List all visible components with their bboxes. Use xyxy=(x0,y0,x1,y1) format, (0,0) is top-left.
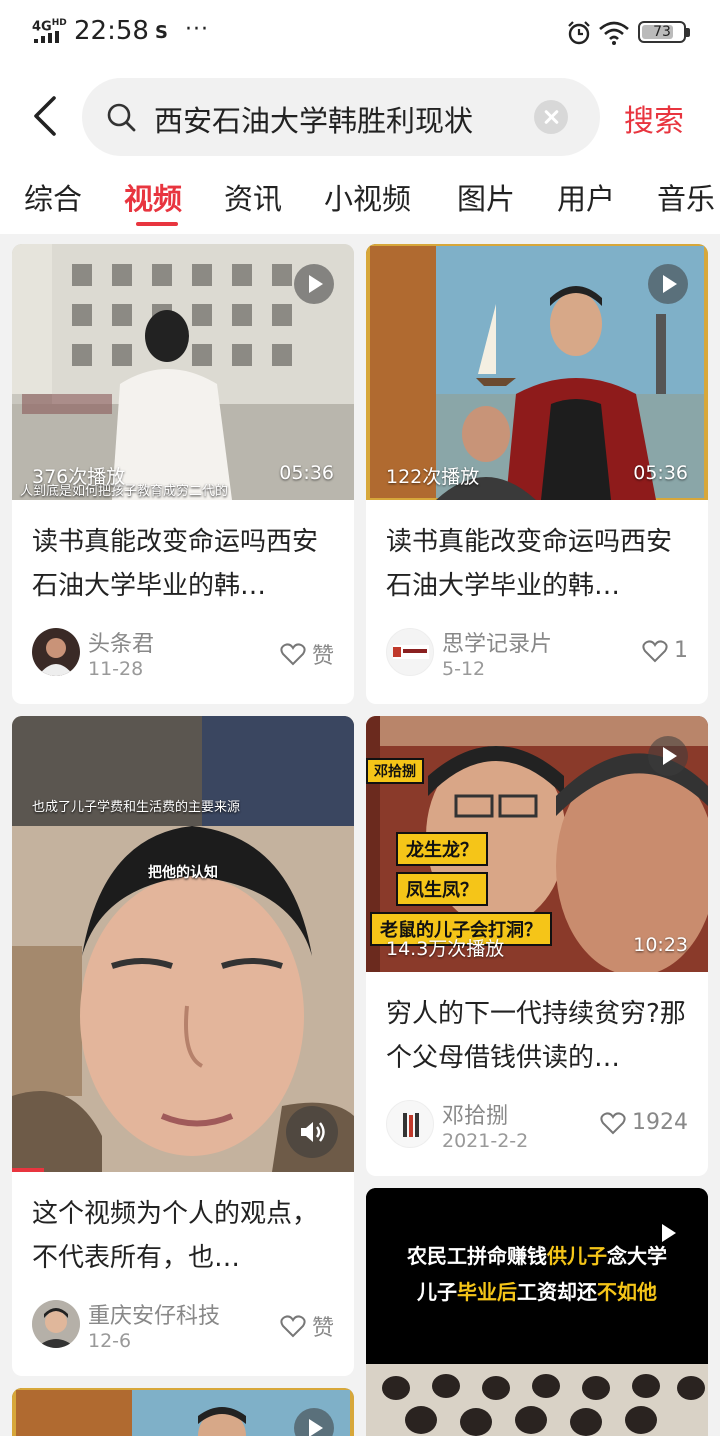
wifi-icon xyxy=(599,21,629,45)
like-count: 1 xyxy=(674,638,688,663)
publish-date: 2021-2-2 xyxy=(442,1130,529,1152)
category-tabs: 综合 视频 资讯 小视频 图片 用户 音乐 xyxy=(0,162,720,234)
search-header: 西安石油大学韩胜利现状 搜索 xyxy=(0,66,720,162)
search-input[interactable]: 西安石油大学韩胜利现状 xyxy=(82,78,600,156)
author-name[interactable]: 头条君 xyxy=(88,626,154,658)
video-card[interactable]: 122次播放 05:36 读书真能改变命运吗西安石油大学毕业的韩… 思学记录片 … xyxy=(366,244,708,704)
tab-music[interactable]: 音乐 xyxy=(657,176,715,218)
video-title[interactable]: 这个视频为个人的观点，不代表所有，也… xyxy=(32,1192,336,1280)
banner-text: 儿子毕业后工资却还不如他 xyxy=(417,1280,657,1304)
video-title[interactable]: 读书真能改变命运吗西安石油大学毕业的韩… xyxy=(386,520,690,608)
like-button[interactable]: 1 xyxy=(642,638,688,663)
avatar[interactable] xyxy=(32,628,80,676)
signal-icon xyxy=(34,31,60,43)
battery-tip xyxy=(686,28,690,37)
avatar[interactable] xyxy=(32,1300,80,1348)
like-count: 1924 xyxy=(632,1110,688,1135)
like-count: 赞 xyxy=(311,644,334,669)
tab-comprehensive[interactable]: 综合 xyxy=(24,176,82,218)
status-bar: 4GHD 22:58 S ··· 73 xyxy=(0,0,720,66)
publish-date: 5-12 xyxy=(442,658,486,680)
alarm-icon xyxy=(568,21,590,45)
search-icon xyxy=(107,103,136,132)
heart-icon xyxy=(642,639,668,662)
app-notification-icon: S xyxy=(155,22,168,43)
volume-icon[interactable] xyxy=(286,1106,338,1158)
view-count: 14.3万次播放 xyxy=(386,938,505,960)
heart-icon xyxy=(280,643,306,666)
video-thumbnail[interactable]: 人到底是如何把孩子教育成穷二代的 376次播放 05:36 xyxy=(12,244,354,500)
video-card[interactable]: 农民工拼命赚钱供儿子念大学 儿子毕业后工资却还不如他 xyxy=(366,1188,708,1436)
tab-news[interactable]: 资讯 xyxy=(224,176,282,218)
video-title[interactable]: 读书真能改变命运吗西安石油大学毕业的韩… xyxy=(32,520,336,608)
duration: 10:23 xyxy=(633,934,688,956)
avatar[interactable] xyxy=(386,628,434,676)
battery-level: 73 xyxy=(653,24,671,40)
more-notifications-icon: ··· xyxy=(185,17,209,42)
overlay-tag: 凤生凤？ xyxy=(396,872,488,906)
video-thumbnail[interactable]: 邓拾捌 龙生龙？ 凤生凤？ 老鼠的儿子会打洞？ 14.3万次播放 10:23 xyxy=(366,716,708,972)
video-thumbnail[interactable]: 122次播放 05:36 xyxy=(366,244,708,500)
clear-icon[interactable] xyxy=(534,100,568,134)
avatar[interactable] xyxy=(386,1100,434,1148)
video-card[interactable]: 邓拾捌 龙生龙？ 凤生凤？ 老鼠的儿子会打洞？ 14.3万次播放 10:23 穷… xyxy=(366,716,708,1176)
video-card[interactable]: 人到底是如何把孩子教育成穷二代的 376次播放 05:36 读书真能改变命运吗西… xyxy=(12,244,354,704)
play-icon[interactable] xyxy=(648,264,688,304)
video-caption: 也成了儿子学费和生活费的主要来源 xyxy=(32,800,241,815)
publish-date: 12-6 xyxy=(88,1330,132,1352)
active-tab-indicator xyxy=(136,222,178,226)
heart-icon xyxy=(600,1111,626,1134)
like-count: 赞 xyxy=(311,1316,334,1341)
like-button[interactable]: 1924 xyxy=(600,1110,688,1135)
play-icon[interactable] xyxy=(294,264,334,304)
publish-date: 11-28 xyxy=(88,658,144,680)
channel-tag: 邓拾捌 xyxy=(366,758,424,784)
tab-images[interactable]: 图片 xyxy=(457,176,515,218)
like-button[interactable]: 赞 xyxy=(280,638,334,670)
video-thumbnail[interactable]: 也成了儿子学费和生活费的主要来源 把他的认知 xyxy=(12,716,354,1172)
search-query: 西安石油大学韩胜利现状 xyxy=(154,104,474,138)
back-arrow-icon[interactable] xyxy=(28,94,62,138)
tab-video[interactable]: 视频 xyxy=(124,176,182,218)
heart-icon xyxy=(280,1315,306,1338)
video-card[interactable]: 也成了儿子学费和生活费的主要来源 把他的认知 这个视频为个人的观点，不代表所有，… xyxy=(12,716,354,1376)
author-name[interactable]: 邓拾捌 xyxy=(442,1098,508,1130)
search-button[interactable]: 搜索 xyxy=(624,96,684,140)
author-name[interactable]: 重庆安仔科技 xyxy=(88,1298,220,1330)
duration: 05:36 xyxy=(279,462,334,484)
tab-users[interactable]: 用户 xyxy=(557,176,615,218)
view-count: 376次播放 xyxy=(32,466,126,488)
video-caption: 把他的认知 xyxy=(148,865,218,881)
like-button[interactable]: 赞 xyxy=(280,1310,334,1342)
clock: 22:58 xyxy=(74,16,149,46)
video-title[interactable]: 穷人的下一代持续贫穷?那个父母借钱供读的… xyxy=(386,992,690,1080)
video-thumbnail[interactable]: 农民工拼命赚钱供儿子念大学 儿子毕业后工资却还不如他 xyxy=(366,1188,708,1436)
thumbnail-image xyxy=(12,716,354,1172)
tab-short-video[interactable]: 小视频 xyxy=(324,176,411,218)
video-thumbnail[interactable] xyxy=(12,1388,354,1436)
overlay-tag: 龙生龙？ xyxy=(396,832,488,866)
thumbnail-image xyxy=(366,1188,708,1436)
banner-text: 农民工拼命赚钱供儿子念大学 xyxy=(407,1244,667,1268)
view-count: 122次播放 xyxy=(386,466,480,488)
play-icon[interactable] xyxy=(648,736,688,776)
duration: 05:36 xyxy=(633,462,688,484)
author-name[interactable]: 思学记录片 xyxy=(442,626,552,658)
video-card[interactable] xyxy=(12,1388,354,1436)
battery-icon: 73 xyxy=(638,21,686,43)
